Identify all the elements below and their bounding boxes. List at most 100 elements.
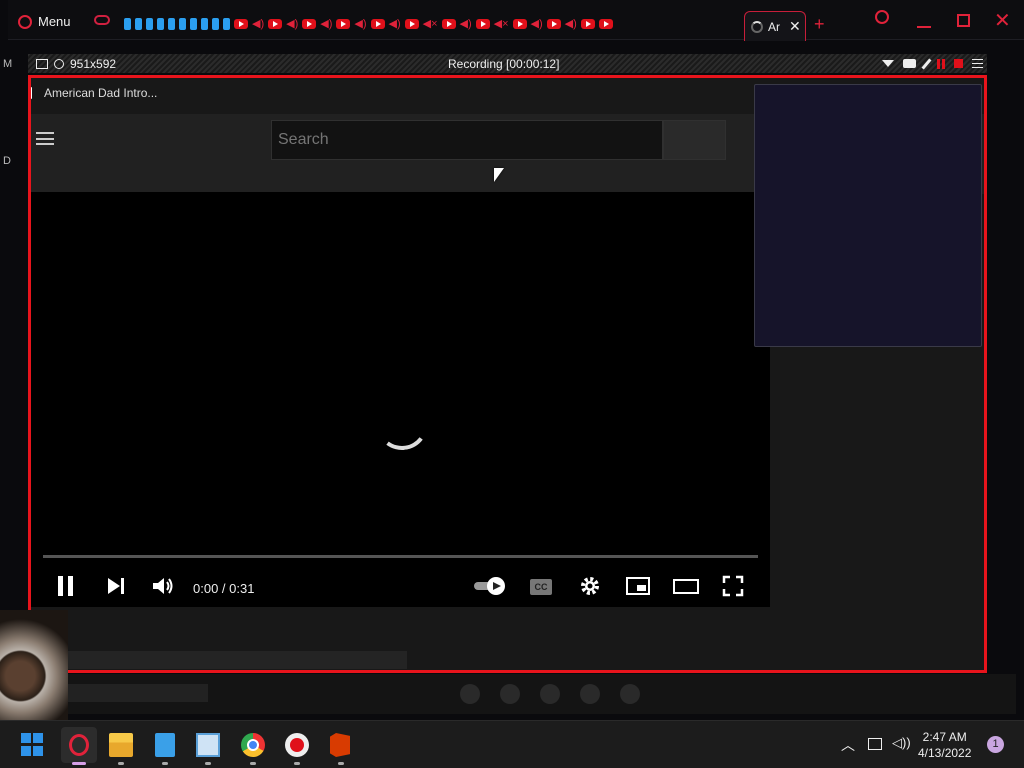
opera-taskbar-button[interactable] <box>61 727 97 763</box>
opera-menu-button[interactable]: Menu <box>18 14 71 29</box>
youtube-tab-icon[interactable] <box>580 19 595 29</box>
next-icon[interactable] <box>105 574 127 598</box>
new-tab-button[interactable]: + <box>814 14 825 35</box>
tab-favicon[interactable] <box>201 18 208 30</box>
miniplayer-icon[interactable] <box>625 574 651 598</box>
network-icon[interactable] <box>868 738 882 750</box>
settings-gear-icon[interactable] <box>578 574 602 598</box>
speaker-icon[interactable]: ◀) <box>252 19 264 30</box>
carousel-dot[interactable] <box>620 684 640 704</box>
running-indicator <box>162 762 168 765</box>
fullscreen-icon[interactable] <box>721 574 745 598</box>
tab-favicon[interactable] <box>157 18 164 30</box>
search-input[interactable] <box>271 120 663 160</box>
active-tab[interactable]: Ar ✕ <box>744 11 806 41</box>
autoplay-toggle[interactable] <box>472 574 508 598</box>
running-indicator <box>205 762 211 765</box>
windows-start-icon[interactable] <box>21 733 45 757</box>
zoom-icon[interactable] <box>54 58 64 69</box>
photos-icon[interactable] <box>196 733 220 757</box>
recorder-app-icon[interactable] <box>285 733 309 757</box>
tab-favicon[interactable] <box>168 18 175 30</box>
close-tab-icon[interactable]: ✕ <box>789 18 801 35</box>
youtube-tab-icon[interactable] <box>598 19 613 29</box>
opera-icon <box>69 734 89 756</box>
volume-icon[interactable] <box>151 574 175 598</box>
tab-favicon[interactable] <box>124 18 131 30</box>
tab-favicon[interactable] <box>179 18 186 30</box>
pen-icon[interactable] <box>921 57 932 70</box>
speaker-icon[interactable]: ◀) <box>460 19 472 30</box>
recorder-tools <box>882 57 983 70</box>
search-tabs-icon[interactable] <box>875 10 889 24</box>
office-icon[interactable] <box>330 733 350 757</box>
hamburger-menu-icon[interactable] <box>36 132 54 145</box>
page-title: American Dad Intro... <box>44 86 158 100</box>
minimize-button[interactable] <box>917 26 931 28</box>
menu-label: Menu <box>38 14 71 29</box>
loading-spinner-icon <box>372 394 432 454</box>
speaker-icon[interactable]: ◀) <box>389 19 401 30</box>
speaker-icon[interactable]: ◀) <box>286 19 298 30</box>
window-icon[interactable] <box>36 58 48 69</box>
page-title-row: American Dad Intro... <box>31 86 158 100</box>
system-clock[interactable]: 2:47 AM 4/13/2022 <box>918 729 971 761</box>
progress-bar[interactable] <box>43 555 758 558</box>
popup-panel[interactable] <box>754 84 982 347</box>
carousel-dot[interactable] <box>580 684 600 704</box>
maximize-button[interactable] <box>957 14 970 27</box>
stop-recording-icon[interactable] <box>954 59 963 68</box>
speaker-icon[interactable]: ◀) <box>354 19 366 30</box>
close-window-button[interactable]: ✕ <box>994 8 1011 33</box>
player-controls: 0:00 / 0:31 CC <box>31 570 770 606</box>
recorder-toolbar[interactable]: 951x592 Recording [00:00:12] <box>28 54 987 73</box>
tab-favicon[interactable] <box>190 18 197 30</box>
speaker-icon[interactable]: ◀) <box>531 19 543 30</box>
youtube-tab-icon[interactable] <box>512 19 527 29</box>
speaker-icon[interactable]: ◀) <box>320 19 332 30</box>
carousel-dot[interactable] <box>540 684 560 704</box>
youtube-tab-icon[interactable] <box>475 19 490 29</box>
tab-favicon[interactable] <box>223 18 230 30</box>
tab-favicon[interactable] <box>135 18 142 30</box>
captions-button[interactable]: CC <box>530 579 552 595</box>
file-explorer-icon[interactable] <box>109 733 133 757</box>
youtube-tab-icon[interactable] <box>370 19 385 29</box>
youtube-tab-icon[interactable] <box>302 19 317 29</box>
taskbar: ︿ ◁)) 2:47 AM 4/13/2022 1 <box>0 720 1024 768</box>
placeholder-bar <box>68 684 208 702</box>
notepad-icon[interactable] <box>155 733 175 757</box>
youtube-tab-icon[interactable] <box>234 19 248 29</box>
speaker-icon[interactable]: ◀) <box>565 19 577 30</box>
camera-icon[interactable] <box>903 59 916 68</box>
carousel-dot[interactable] <box>500 684 520 704</box>
chrome-icon[interactable] <box>241 733 265 757</box>
pause-icon[interactable] <box>55 574 77 598</box>
speaker-muted-icon[interactable]: ◀× <box>494 19 509 30</box>
loading-spinner-icon <box>751 20 763 33</box>
youtube-tab-icon[interactable] <box>404 19 419 29</box>
chevron-up-icon[interactable]: ︿ <box>841 735 855 755</box>
settings-menu-icon[interactable] <box>972 59 983 68</box>
clock-date: 4/13/2022 <box>918 746 972 760</box>
tab-strip[interactable]: ◀) ◀) ◀) ◀) ◀) ◀× ◀) ◀× ◀) ◀) <box>124 16 613 32</box>
theater-mode-icon[interactable] <box>672 574 700 598</box>
gamepad-icon[interactable] <box>94 15 110 25</box>
youtube-tab-icon[interactable] <box>336 19 351 29</box>
tab-favicon[interactable] <box>146 18 153 30</box>
video-player[interactable]: 0:00 / 0:31 CC <box>31 192 770 607</box>
speaker-muted-icon[interactable]: ◀× <box>423 19 438 30</box>
pause-recording-icon[interactable] <box>937 58 945 69</box>
active-indicator <box>72 762 86 765</box>
mouse-cursor <box>494 168 504 182</box>
youtube-tab-icon[interactable] <box>268 19 283 29</box>
carousel-dot[interactable] <box>460 684 480 704</box>
volume-tray-icon[interactable]: ◁)) <box>892 735 911 751</box>
search-button[interactable] <box>663 120 726 160</box>
capture-size-label: 951x592 <box>70 56 117 71</box>
youtube-tab-icon[interactable] <box>546 19 561 29</box>
youtube-tab-icon[interactable] <box>441 19 456 29</box>
dropdown-icon[interactable] <box>882 60 894 67</box>
notification-badge[interactable]: 1 <box>987 736 1004 753</box>
tab-favicon[interactable] <box>212 18 219 30</box>
